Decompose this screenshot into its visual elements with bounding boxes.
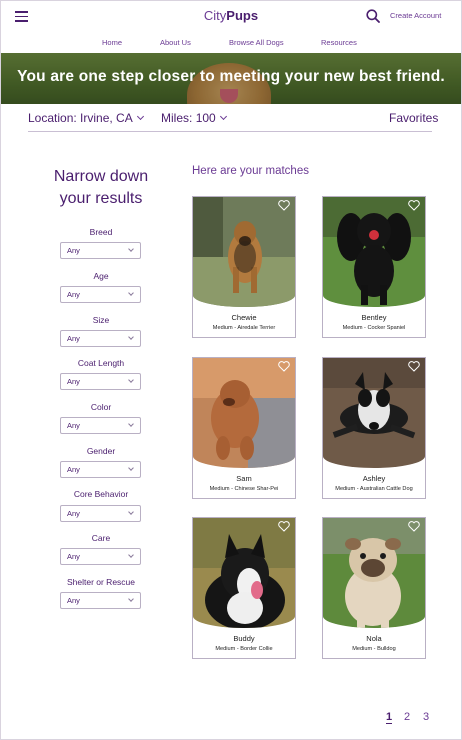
dog-name: Nola <box>366 634 382 643</box>
miles-select[interactable]: Miles: 100 <box>161 111 227 125</box>
chevron-down-icon <box>128 246 134 252</box>
core-behavior-select[interactable]: Any <box>60 505 141 522</box>
results-title: Here are your matches <box>192 165 309 177</box>
dog-photo <box>193 358 295 468</box>
select-value: Any <box>67 596 80 605</box>
heart-icon[interactable] <box>278 361 290 372</box>
heart-icon[interactable] <box>408 361 420 372</box>
care-select[interactable]: Any <box>60 548 141 565</box>
gender-select[interactable]: Any <box>60 461 141 478</box>
miles-value: 100 <box>195 111 216 125</box>
size-select[interactable]: Any <box>60 330 141 347</box>
dog-name: Buddy <box>233 634 255 643</box>
nav-browse-all-dogs[interactable]: Browse All Dogs <box>229 38 284 47</box>
dog-photo <box>323 518 425 628</box>
heart-icon[interactable] <box>278 521 290 532</box>
dog-name: Bentley <box>361 313 387 322</box>
page-3-link[interactable]: 3 <box>423 711 429 723</box>
chevron-down-icon <box>136 112 144 121</box>
dog-card-bentley[interactable]: Bentley Medium - Cocker Spaniel <box>322 196 426 338</box>
dog-name: Ashley <box>362 474 386 483</box>
create-account-link[interactable]: Create Account <box>390 11 441 20</box>
chevron-down-icon <box>219 112 227 121</box>
dog-card-ashley[interactable]: Ashley Medium - Australian Cattle Dog <box>322 357 426 499</box>
color-select[interactable]: Any <box>60 417 141 434</box>
select-value: Any <box>67 421 80 430</box>
dog-name: Sam <box>236 474 252 483</box>
hero-banner: You are one step closer to meeting your … <box>1 53 461 104</box>
chevron-down-icon <box>128 465 134 471</box>
search-icon[interactable] <box>366 9 380 23</box>
dog-name: Chewie <box>231 313 257 322</box>
select-value: Any <box>67 377 80 386</box>
chevron-down-icon <box>128 421 134 427</box>
filter-label-gender: Gender <box>86 446 116 456</box>
dog-card-nola[interactable]: Nola Medium - Bulldog <box>322 517 426 659</box>
chevron-down-icon <box>128 334 134 340</box>
page-1-link[interactable]: 1 <box>386 711 393 724</box>
breed-select[interactable]: Any <box>60 242 141 259</box>
heart-icon[interactable] <box>408 521 420 532</box>
miles-label: Miles: <box>161 111 193 125</box>
chevron-down-icon <box>128 377 134 383</box>
dog-photo <box>323 197 425 307</box>
dog-card-buddy[interactable]: Buddy Medium - Border Collie <box>192 517 296 659</box>
chevron-down-icon <box>128 596 134 602</box>
nav-about-us[interactable]: About Us <box>160 38 191 47</box>
filter-label-color: Color <box>90 402 112 412</box>
filter-title: Narrow down your results <box>53 168 149 207</box>
select-value: Any <box>67 509 80 518</box>
dog-photo <box>193 197 295 307</box>
chevron-down-icon <box>128 509 134 515</box>
heart-icon[interactable] <box>278 200 290 211</box>
location-select[interactable]: Location: Irvine, CA <box>28 111 144 125</box>
dog-photo <box>323 358 425 468</box>
filter-label-shelter-or-rescue: Shelter or Rescue <box>66 577 136 587</box>
chevron-down-icon <box>128 290 134 296</box>
dog-card-sam[interactable]: Sam Medium - Chinese Shar-Pei <box>192 357 296 499</box>
dog-photo <box>193 518 295 628</box>
dog-description: Medium - Australian Cattle Dog <box>335 486 413 492</box>
heart-icon[interactable] <box>408 200 420 211</box>
dog-card-chewie[interactable]: Chewie Medium - Airedale Terrier <box>192 196 296 338</box>
banner-headline: You are one step closer to meeting your … <box>17 68 445 85</box>
filter-label-breed: Breed <box>89 227 113 237</box>
dog-description: Medium - Bulldog <box>352 646 396 652</box>
filter-label-core-behavior: Core Behavior <box>73 489 129 499</box>
favorites-link[interactable]: Favorites <box>389 111 438 125</box>
filter-label-care: Care <box>91 533 111 543</box>
location-label: Location: <box>28 111 77 125</box>
select-value: Any <box>67 290 80 299</box>
select-value: Any <box>67 552 80 561</box>
shelter-or-rescue-select[interactable]: Any <box>60 592 141 609</box>
main-nav: Home About Us Browse All Dogs Resources <box>0 38 462 48</box>
select-value: Any <box>67 334 80 343</box>
nav-resources[interactable]: Resources <box>321 38 357 47</box>
location-bar: Location: Irvine, CA Miles: 100 Favorite… <box>0 111 462 127</box>
dog-description: Medium - Airedale Terrier <box>212 325 276 331</box>
nav-home[interactable]: Home <box>102 38 122 47</box>
page-2-link[interactable]: 2 <box>404 711 410 723</box>
select-value: Any <box>67 465 80 474</box>
filter-label-size: Size <box>92 315 110 325</box>
dog-description: Medium - Chinese Shar-Pei <box>209 486 279 492</box>
coat-length-select[interactable]: Any <box>60 373 141 390</box>
dog-description: Medium - Cocker Spaniel <box>342 325 406 331</box>
location-value: Irvine, CA <box>80 111 133 125</box>
select-value: Any <box>67 246 80 255</box>
filter-label-coat-length: Coat Length <box>77 358 125 368</box>
divider <box>28 131 432 132</box>
filter-label-age: Age <box>93 271 109 281</box>
age-select[interactable]: Any <box>60 286 141 303</box>
chevron-down-icon <box>128 552 134 558</box>
dog-description: Medium - Border Collie <box>215 646 273 652</box>
